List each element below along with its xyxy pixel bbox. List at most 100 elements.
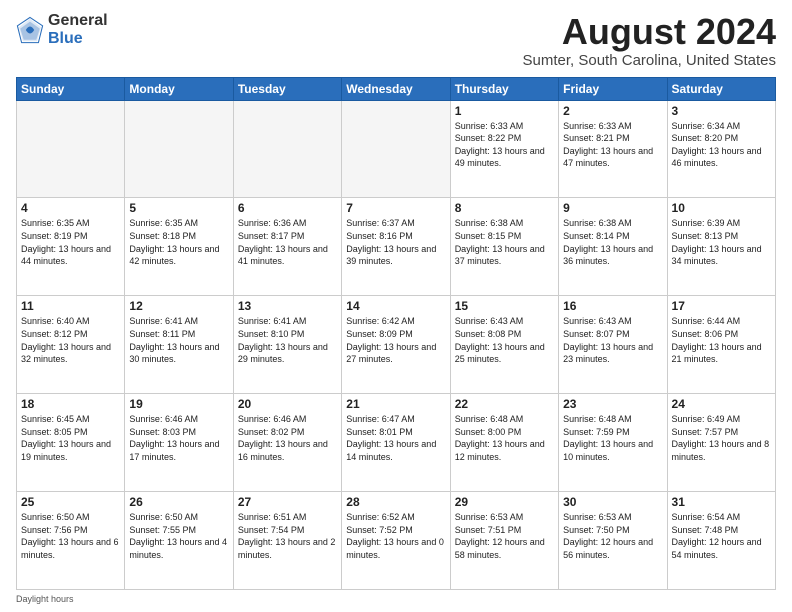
day-info: Sunrise: 6:33 AM Sunset: 8:21 PM Dayligh… [563, 120, 662, 170]
calendar-day-cell: 31 Sunrise: 6:54 AM Sunset: 7:48 PM Dayli… [667, 492, 775, 590]
calendar-day-cell: 7 Sunrise: 6:37 AM Sunset: 8:16 PM Daylig… [342, 198, 450, 296]
footer-note: Daylight hours [16, 594, 776, 604]
location: Sumter, South Carolina, United States [523, 52, 776, 69]
day-info: Sunrise: 6:38 AM Sunset: 8:15 PM Dayligh… [455, 217, 554, 267]
day-info: Sunrise: 6:44 AM Sunset: 8:06 PM Dayligh… [672, 315, 771, 365]
day-number: 1 [455, 104, 554, 118]
day-number: 25 [21, 495, 120, 509]
day-info: Sunrise: 6:49 AM Sunset: 7:57 PM Dayligh… [672, 413, 771, 463]
calendar-day-cell: 18 Sunrise: 6:45 AM Sunset: 8:05 PM Dayli… [17, 394, 125, 492]
day-info: Sunrise: 6:46 AM Sunset: 8:02 PM Dayligh… [238, 413, 337, 463]
calendar-day-cell: 17 Sunrise: 6:44 AM Sunset: 8:06 PM Dayli… [667, 296, 775, 394]
day-info: Sunrise: 6:50 AM Sunset: 7:55 PM Dayligh… [129, 511, 228, 561]
day-number: 22 [455, 397, 554, 411]
logo-blue: Blue [48, 30, 108, 48]
calendar-day-cell: 14 Sunrise: 6:42 AM Sunset: 8:09 PM Dayli… [342, 296, 450, 394]
day-number: 7 [346, 201, 445, 215]
day-number: 9 [563, 201, 662, 215]
calendar-day-cell: 6 Sunrise: 6:36 AM Sunset: 8:17 PM Daylig… [233, 198, 341, 296]
day-number: 20 [238, 397, 337, 411]
calendar-day-cell: 28 Sunrise: 6:52 AM Sunset: 7:52 PM Dayli… [342, 492, 450, 590]
day-number: 6 [238, 201, 337, 215]
calendar-day-cell: 24 Sunrise: 6:49 AM Sunset: 7:57 PM Dayli… [667, 394, 775, 492]
day-info: Sunrise: 6:45 AM Sunset: 8:05 PM Dayligh… [21, 413, 120, 463]
day-number: 2 [563, 104, 662, 118]
day-number: 19 [129, 397, 228, 411]
day-info: Sunrise: 6:35 AM Sunset: 8:18 PM Dayligh… [129, 217, 228, 267]
day-info: Sunrise: 6:43 AM Sunset: 8:07 PM Dayligh… [563, 315, 662, 365]
calendar-day-header: Saturday [667, 77, 775, 100]
calendar-day-cell: 3 Sunrise: 6:34 AM Sunset: 8:20 PM Daylig… [667, 100, 775, 198]
day-info: Sunrise: 6:39 AM Sunset: 8:13 PM Dayligh… [672, 217, 771, 267]
calendar-day-cell [342, 100, 450, 198]
day-number: 14 [346, 299, 445, 313]
day-info: Sunrise: 6:52 AM Sunset: 7:52 PM Dayligh… [346, 511, 445, 561]
day-number: 18 [21, 397, 120, 411]
day-info: Sunrise: 6:50 AM Sunset: 7:56 PM Dayligh… [21, 511, 120, 561]
calendar-day-cell: 10Sunrise: 6:39 AM Sunset: 8:13 PM Dayli… [667, 198, 775, 296]
logo-general: General [48, 12, 108, 30]
calendar-day-cell: 9 Sunrise: 6:38 AM Sunset: 8:14 PM Daylig… [559, 198, 667, 296]
calendar-day-cell: 19 Sunrise: 6:46 AM Sunset: 8:03 PM Dayli… [125, 394, 233, 492]
calendar-day-header: Monday [125, 77, 233, 100]
day-number: 4 [21, 201, 120, 215]
day-info: Sunrise: 6:48 AM Sunset: 8:00 PM Dayligh… [455, 413, 554, 463]
day-number: 15 [455, 299, 554, 313]
day-info: Sunrise: 6:48 AM Sunset: 7:59 PM Dayligh… [563, 413, 662, 463]
day-number: 29 [455, 495, 554, 509]
calendar-day-cell: 26 Sunrise: 6:50 AM Sunset: 7:55 PM Dayli… [125, 492, 233, 590]
day-info: Sunrise: 6:38 AM Sunset: 8:14 PM Dayligh… [563, 217, 662, 267]
calendar-week-row: 4Sunrise: 6:35 AM Sunset: 8:19 PM Daylig… [17, 198, 776, 296]
day-number: 27 [238, 495, 337, 509]
day-info: Sunrise: 6:34 AM Sunset: 8:20 PM Dayligh… [672, 120, 771, 170]
day-info: Sunrise: 6:54 AM Sunset: 7:48 PM Dayligh… [672, 511, 771, 561]
calendar-day-cell [233, 100, 341, 198]
calendar-day-cell: 5Sunrise: 6:35 AM Sunset: 8:18 PM Daylig… [125, 198, 233, 296]
day-number: 16 [563, 299, 662, 313]
calendar-header-row: SundayMondayTuesdayWednesdayThursdayFrid… [17, 77, 776, 100]
day-number: 26 [129, 495, 228, 509]
day-info: Sunrise: 6:47 AM Sunset: 8:01 PM Dayligh… [346, 413, 445, 463]
calendar-day-cell: 20 Sunrise: 6:46 AM Sunset: 8:02 PM Dayli… [233, 394, 341, 492]
month-title: August 2024 [523, 12, 776, 52]
calendar-day-cell: 22 Sunrise: 6:48 AM Sunset: 8:00 PM Dayli… [450, 394, 558, 492]
title-block: August 2024 Sumter, South Carolina, Unit… [523, 12, 776, 69]
calendar-week-row: 1Sunrise: 6:33 AM Sunset: 8:22 PM Daylig… [17, 100, 776, 198]
calendar-day-cell: 12Sunrise: 6:41 AM Sunset: 8:11 PM Dayli… [125, 296, 233, 394]
calendar-day-cell: 21Sunrise: 6:47 AM Sunset: 8:01 PM Dayli… [342, 394, 450, 492]
logo: General Blue [16, 12, 108, 47]
page: General Blue August 2024 Sumter, South C… [0, 0, 792, 612]
day-info: Sunrise: 6:53 AM Sunset: 7:50 PM Dayligh… [563, 511, 662, 561]
header: General Blue August 2024 Sumter, South C… [16, 12, 776, 69]
calendar-day-cell: 15 Sunrise: 6:43 AM Sunset: 8:08 PM Dayli… [450, 296, 558, 394]
day-number: 11 [21, 299, 120, 313]
calendar-day-header: Tuesday [233, 77, 341, 100]
calendar-day-header: Friday [559, 77, 667, 100]
day-number: 31 [672, 495, 771, 509]
day-info: Sunrise: 6:43 AM Sunset: 8:08 PM Dayligh… [455, 315, 554, 365]
calendar-day-header: Thursday [450, 77, 558, 100]
day-info: Sunrise: 6:53 AM Sunset: 7:51 PM Dayligh… [455, 511, 554, 561]
calendar-day-cell [125, 100, 233, 198]
day-info: Sunrise: 6:37 AM Sunset: 8:16 PM Dayligh… [346, 217, 445, 267]
day-number: 3 [672, 104, 771, 118]
day-number: 13 [238, 299, 337, 313]
logo-icon [16, 16, 44, 44]
day-info: Sunrise: 6:42 AM Sunset: 8:09 PM Dayligh… [346, 315, 445, 365]
calendar-day-cell: 2 Sunrise: 6:33 AM Sunset: 8:21 PM Daylig… [559, 100, 667, 198]
day-number: 17 [672, 299, 771, 313]
calendar-day-header: Sunday [17, 77, 125, 100]
calendar-table: SundayMondayTuesdayWednesdayThursdayFrid… [16, 77, 776, 590]
day-info: Sunrise: 6:41 AM Sunset: 8:11 PM Dayligh… [129, 315, 228, 365]
logo-text: General Blue [48, 12, 108, 47]
calendar-day-cell: 13Sunrise: 6:41 AM Sunset: 8:10 PM Dayli… [233, 296, 341, 394]
day-number: 24 [672, 397, 771, 411]
day-info: Sunrise: 6:46 AM Sunset: 8:03 PM Dayligh… [129, 413, 228, 463]
calendar-day-cell: 11 Sunrise: 6:40 AM Sunset: 8:12 PM Dayli… [17, 296, 125, 394]
day-info: Sunrise: 6:36 AM Sunset: 8:17 PM Dayligh… [238, 217, 337, 267]
day-info: Sunrise: 6:40 AM Sunset: 8:12 PM Dayligh… [21, 315, 120, 365]
calendar-day-cell: 29 Sunrise: 6:53 AM Sunset: 7:51 PM Dayli… [450, 492, 558, 590]
day-number: 8 [455, 201, 554, 215]
day-number: 28 [346, 495, 445, 509]
calendar-day-cell: 4Sunrise: 6:35 AM Sunset: 8:19 PM Daylig… [17, 198, 125, 296]
